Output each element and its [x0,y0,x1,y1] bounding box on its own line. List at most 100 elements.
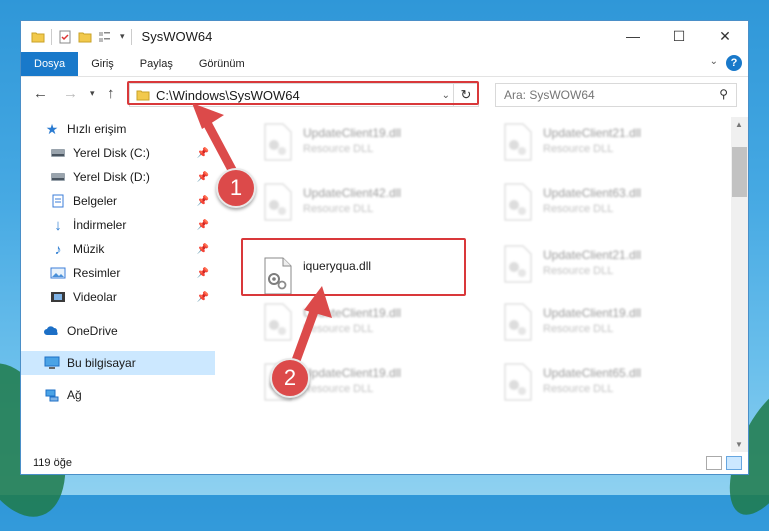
file-item[interactable]: UpdateClient21.dll Resource DLL [501,245,641,283]
file-item[interactable]: UpdateClient21.dll Resource DLL [501,123,641,161]
dll-file-icon [501,183,535,221]
drive-icon [49,169,67,185]
recent-locations-icon[interactable]: ▾ [90,88,95,99]
drive-icon [49,145,67,161]
file-item[interactable]: UpdateClient19.dll Resource DLL [501,303,641,341]
window-controls: — ☐ ✕ [610,21,748,51]
dll-file-icon [501,245,535,283]
sidebar-item-label: Videolar [73,290,117,304]
up-arrow-icon[interactable]: ↑ [107,85,115,102]
network-icon [43,387,61,403]
close-button[interactable]: ✕ [702,21,748,51]
documents-icon [49,193,67,209]
file-type: Resource DLL [543,143,614,155]
file-item[interactable]: UpdateClient42.dll Resource DLL [261,183,401,221]
cloud-icon [43,323,61,339]
sidebar-item-label: Müzik [73,242,105,256]
help-icon[interactable]: ? [726,55,742,71]
toolbar-separator [130,28,132,45]
computer-icon [43,355,61,371]
minimize-button[interactable]: — [610,21,656,51]
file-name: UpdateClient19.dll [303,126,402,140]
pictures-icon [49,265,67,281]
sidebar-item-pictures[interactable]: Resimler 📌 [21,261,215,285]
pin-icon[interactable]: 📌 [197,244,209,255]
pin-icon[interactable]: 📌 [197,220,209,231]
dll-file-icon [261,183,295,221]
sidebar-item-label: Bu bilgisayar [67,356,136,370]
view-switcher [706,456,742,470]
file-name: UpdateClient21.dll [543,126,642,140]
file-type: Resource DLL [543,323,614,335]
sidebar-item-label: Ağ [67,388,82,402]
window-title: SysWOW64 [141,29,213,44]
sidebar-item-documents[interactable]: Belgeler 📌 [21,189,215,213]
scroll-down-icon[interactable]: ▼ [735,440,743,449]
tab-share[interactable]: Paylaş [127,52,186,76]
sidebar-item-label: İndirmeler [73,218,127,232]
file-name: UpdateClient21.dll [543,248,642,262]
large-icons-view-button[interactable] [726,456,742,470]
music-icon: ♪ [54,241,62,257]
sidebar-item-music[interactable]: ♪ Müzik 📌 [21,237,215,261]
file-type: Resource DLL [543,265,614,277]
file-type: Resource DLL [303,383,374,395]
step-badge-1: 1 [216,168,256,208]
details-view-button[interactable] [706,456,722,470]
sidebar-item-this-pc[interactable]: Bu bilgisayar [21,351,215,375]
search-box[interactable]: ⚲ [495,83,737,107]
toolbar-separator [51,28,52,45]
sidebar-item-label: OneDrive [67,324,118,338]
scrollbar-thumb[interactable] [732,147,747,197]
new-folder-icon[interactable] [78,30,92,44]
view-options-icon[interactable] [98,30,114,44]
dll-file-icon [501,123,535,161]
file-type: Resource DLL [303,143,374,155]
sidebar-item-onedrive[interactable]: OneDrive [21,319,215,343]
status-bar: 119 öğe [21,452,748,474]
search-input[interactable] [502,87,706,103]
sidebar-item-downloads[interactable]: ↓ İndirmeler 📌 [21,213,215,237]
file-item[interactable]: UpdateClient63.dll Resource DLL [501,183,641,221]
forward-arrow-icon[interactable]: → [63,85,78,102]
customize-toolbar-icon[interactable]: ▾ [120,31,125,42]
sidebar-item-label: Yerel Disk (D:) [73,170,150,184]
scroll-up-icon[interactable]: ▲ [735,120,743,129]
sidebar-item-label: Belgeler [73,194,118,208]
file-item[interactable]: UpdateClient19.dll Resource DLL [261,123,401,161]
pin-icon[interactable]: 📌 [197,196,209,207]
sidebar-item-label: Yerel Disk (C:) [73,146,150,160]
back-arrow-icon[interactable]: ← [33,85,48,102]
file-type: Resource DLL [303,203,374,215]
item-count: 119 öğe [33,457,72,469]
pin-icon[interactable]: 📌 [197,292,209,303]
sidebar-item-label: Hızlı erişim [67,122,127,136]
tab-home[interactable]: Giriş [78,52,127,76]
file-name: UpdateClient65.dll [543,366,642,380]
file-name: UpdateClient19.dll [543,306,642,320]
maximize-button[interactable]: ☐ [656,21,702,51]
sidebar-item-label: Resimler [73,266,121,280]
ribbon-tabs: Dosya Giriş Paylaş Görünüm ⌄ ? [21,52,748,77]
star-icon: ★ [45,120,59,137]
dll-file-icon [261,123,295,161]
tab-file[interactable]: Dosya [21,52,79,76]
file-item[interactable]: UpdateClient65.dll Resource DLL [501,363,641,401]
quick-access-toolbar: ▾ [21,28,132,45]
vertical-scrollbar[interactable]: ▲ ▼ [731,117,748,452]
properties-icon[interactable] [58,30,72,44]
videos-icon [49,289,67,305]
tab-view[interactable]: Görünüm [186,52,258,76]
file-type: Resource DLL [543,203,614,215]
expand-ribbon-icon[interactable]: ⌄ [710,56,718,67]
sidebar-item-network[interactable]: Ağ [21,383,215,407]
step-badge-2: 2 [270,358,310,398]
title-bar: ▾ SysWOW64 — ☐ ✕ [21,21,748,52]
dll-file-icon [501,363,535,401]
pin-icon[interactable]: 📌 [197,268,209,279]
sidebar-item-videos[interactable]: Videolar 📌 [21,285,215,309]
file-type: Resource DLL [543,383,614,395]
file-name: UpdateClient42.dll [303,186,402,200]
folder-icon [31,32,45,42]
navigation-bar: ← → ▾ ↑ C:\Windows\SysWOW64 ⌄ ↻ ⚲ [21,77,748,111]
